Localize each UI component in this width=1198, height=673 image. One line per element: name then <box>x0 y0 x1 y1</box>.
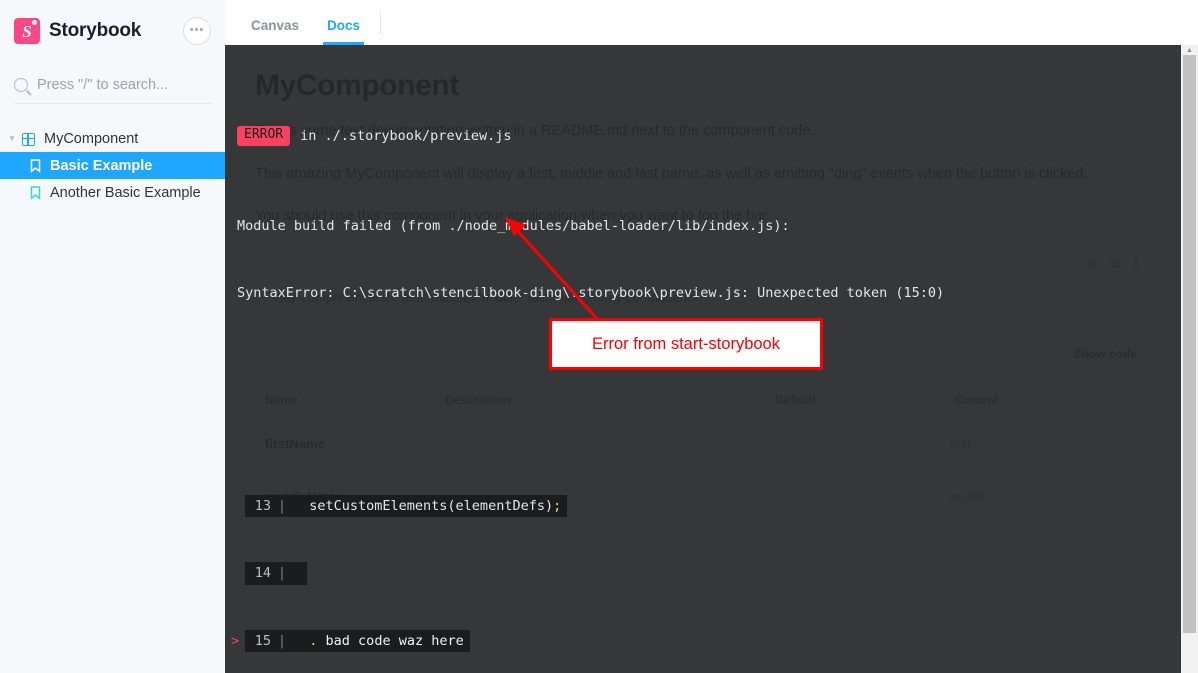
sidebar: Storybook ••• ▼ MyComponent Basic Exampl… <box>0 0 225 673</box>
sidebar-item-label: MyComponent <box>44 131 139 147</box>
sidebar-item-label: Another Basic Example <box>50 184 201 201</box>
search-bar[interactable] <box>14 66 211 104</box>
main-panel: Canvas Docs MyComponent This is some tes… <box>225 0 1198 673</box>
sidebar-menu-button[interactable]: ••• <box>183 17 211 45</box>
tab-bar: Canvas Docs <box>225 0 1198 45</box>
tab-docs[interactable]: Docs <box>313 18 374 45</box>
code-frame-line: 13 | setCustomElements(elementDefs); <box>231 494 1181 517</box>
code-frame-lineno: 14 <box>245 562 271 585</box>
code-frame-code: . bad code waz here <box>293 629 470 652</box>
component-icon <box>22 132 35 146</box>
code-frame-code: setCustomElements(elementDefs); <box>293 494 568 517</box>
sidebar-item-label: Basic Example <box>50 157 153 174</box>
code-frame-bar: | <box>271 629 293 652</box>
code-frame: 13 | setCustomElements(elementDefs); 14 … <box>231 450 1181 673</box>
error-header-suffix: in ./.storybook/preview.js <box>300 127 512 144</box>
error-message-line-2: SyntaxError: C:\scratch\stencilbook-ding… <box>237 285 945 301</box>
sidebar-item-another-basic-example[interactable]: Another Basic Example <box>0 179 225 206</box>
brand-title: Storybook <box>49 20 142 41</box>
sidebar-item-mycomponent[interactable]: ▼ MyComponent <box>0 126 225 152</box>
code-frame-marker: > <box>231 632 240 649</box>
chevron-down-icon: ▼ <box>8 134 16 143</box>
code-frame-lineno: 15 <box>245 629 271 652</box>
code-frame-bar: | <box>271 494 293 517</box>
vertical-scrollbar[interactable]: ▲ <box>1181 45 1198 673</box>
sidebar-brand: Storybook ••• <box>0 0 225 62</box>
storybook-logo-icon <box>14 18 40 44</box>
code-frame-line-error: > 15 | . bad code waz here <box>231 629 1181 652</box>
storybook-app: Storybook ••• ▼ MyComponent Basic Exampl… <box>0 0 1198 673</box>
scroll-up-arrow-icon[interactable]: ▲ <box>1181 45 1198 55</box>
sidebar-item-basic-example[interactable]: Basic Example <box>0 152 225 179</box>
story-bookmark-icon <box>30 158 41 173</box>
annotation-text: Error from start-storybook <box>592 334 780 353</box>
error-header: ERROR in ./.storybook/preview.js <box>231 125 1181 148</box>
story-bookmark-icon <box>30 185 41 200</box>
search-icon <box>14 77 28 92</box>
scrollbar-thumb[interactable] <box>1183 55 1196 633</box>
search-input[interactable] <box>37 76 211 93</box>
code-frame-code <box>293 562 308 585</box>
status-badge: ERROR <box>237 125 291 146</box>
story-tree: ▼ MyComponent Basic Example Another Basi… <box>0 126 225 206</box>
error-message-line-1: Module build failed (from ./node_modules… <box>237 217 790 234</box>
tab-separator <box>380 12 382 34</box>
annotation-callout: Error from start-storybook <box>549 318 823 370</box>
tab-canvas[interactable]: Canvas <box>237 18 313 45</box>
code-frame-bar: | <box>271 562 293 585</box>
code-frame-line: 14 | <box>231 562 1181 585</box>
code-frame-lineno: 13 <box>245 494 271 517</box>
